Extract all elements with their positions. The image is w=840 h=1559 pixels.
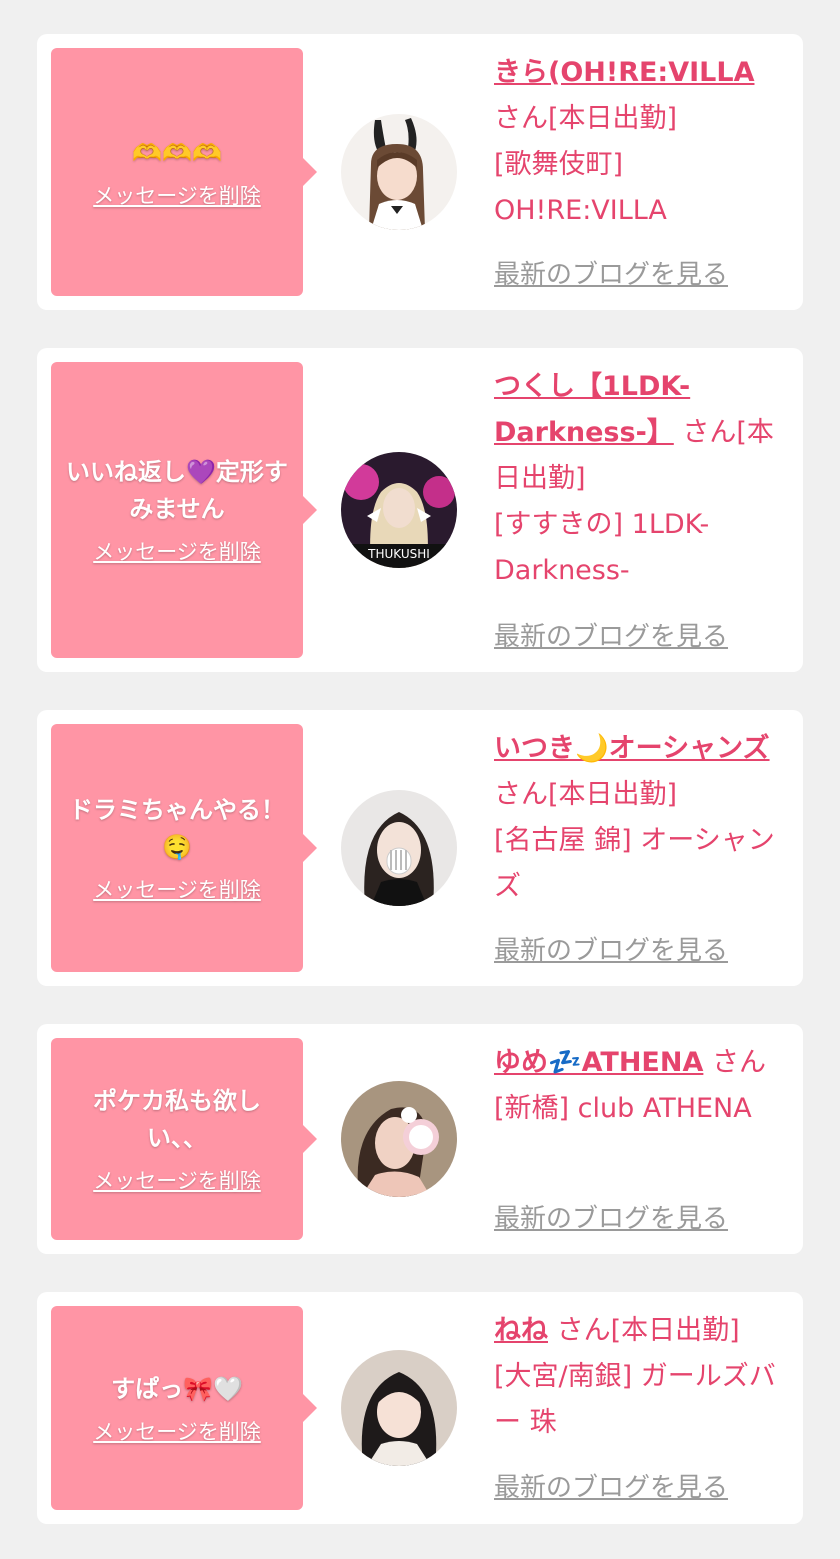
shop-info: [大宮/南銀] ガールズバー 珠 — [494, 1361, 776, 1438]
cast-name-link[interactable]: きら(OH!RE:VILLA — [494, 57, 754, 88]
cast-status: さん — [711, 1047, 766, 1078]
cast-name-link[interactable]: ねね — [494, 1315, 548, 1346]
message-text: すぱっ🎀🤍 — [111, 1374, 243, 1403]
latest-blog-link[interactable]: 最新のブログを見る — [494, 1473, 728, 1503]
message-bubble: すぱっ🎀🤍 メッセージを削除 — [51, 1306, 317, 1510]
message-bubble: いいね返し💜定形すみません メッセージを削除 — [51, 362, 317, 658]
avatar[interactable] — [341, 1350, 457, 1466]
latest-blog-link[interactable]: 最新のブログを見る — [494, 260, 728, 290]
cast-info: いつき🌙オーシャンズ さん[本日出勤] [名古屋 錦] オーシャンズ — [494, 726, 792, 910]
cast-name-link[interactable]: つくし【1LDK-Darkness-】 — [494, 371, 690, 448]
message-card: ドラミちゃんやる！🤤 メッセージを削除 いつき🌙オーシャンズ さん[本日出勤] … — [37, 710, 803, 986]
latest-blog-link[interactable]: 最新のブログを見る — [494, 622, 728, 652]
message-text: ドラミちゃんやる！🤤 — [69, 796, 285, 861]
message-text: 🫶🫶🫶 — [132, 138, 222, 167]
message-bubble: 🫶🫶🫶 メッセージを削除 — [51, 48, 317, 296]
delete-message-link[interactable]: メッセージを削除 — [93, 1418, 261, 1446]
cast-info: ゆめ💤ATHENA さん [新橋] club ATHENA — [494, 1040, 792, 1132]
delete-message-link[interactable]: メッセージを削除 — [93, 1167, 261, 1195]
shop-info: [名古屋 錦] オーシャンズ — [494, 825, 775, 902]
delete-message-link[interactable]: メッセージを削除 — [93, 876, 261, 904]
cast-info: きら(OH!RE:VILLA さん[本日出勤] [歌舞伎町] OH!RE:VIL… — [494, 50, 792, 234]
cast-info: ねね さん[本日出勤] [大宮/南銀] ガールズバー 珠 — [494, 1308, 792, 1446]
cast-status: さん[本日出勤] — [494, 779, 678, 810]
avatar[interactable] — [341, 114, 457, 230]
cast-name-link[interactable]: ゆめ💤ATHENA — [494, 1047, 703, 1078]
latest-blog-link[interactable]: 最新のブログを見る — [494, 936, 728, 966]
message-text: ポケカ私も欲しい、、 — [93, 1087, 261, 1152]
shop-info: [すすきの] 1LDK-Darkness- — [494, 509, 710, 586]
avatar[interactable] — [341, 1081, 457, 1197]
message-bubble: ドラミちゃんやる！🤤 メッセージを削除 — [51, 724, 317, 972]
shop-info: [歌舞伎町] OH!RE:VILLA — [494, 149, 667, 226]
avatar[interactable] — [341, 790, 457, 906]
svg-text:THUKUSHI: THUKUSHI — [367, 547, 430, 561]
cast-status: さん[本日出勤] — [556, 1315, 740, 1346]
avatar[interactable]: THUKUSHI — [341, 452, 457, 568]
cast-name-link[interactable]: いつき🌙オーシャンズ — [494, 733, 770, 764]
cast-status: さん[本日出勤] — [494, 103, 678, 134]
message-card: すぱっ🎀🤍 メッセージを削除 ねね さん[本日出勤] [大宮/南銀] ガールズバ… — [37, 1292, 803, 1524]
shop-info: [新橋] club ATHENA — [494, 1093, 752, 1124]
message-card: ポケカ私も欲しい、、 メッセージを削除 ゆめ💤ATHENA さん [新橋] cl… — [37, 1024, 803, 1254]
latest-blog-link[interactable]: 最新のブログを見る — [494, 1204, 728, 1234]
message-bubble: ポケカ私も欲しい、、 メッセージを削除 — [51, 1038, 317, 1240]
message-card: 🫶🫶🫶 メッセージを削除 きら(OH!RE:VILLA さん[本日出勤] [歌舞… — [37, 34, 803, 310]
delete-message-link[interactable]: メッセージを削除 — [93, 538, 261, 566]
delete-message-link[interactable]: メッセージを削除 — [93, 182, 261, 210]
message-text: いいね返し💜定形すみません — [66, 458, 288, 523]
message-card: いいね返し💜定形すみません メッセージを削除 THUKUSHI つくし【1LDK… — [37, 348, 803, 672]
cast-info: つくし【1LDK-Darkness-】 さん[本日出勤] [すすきの] 1LDK… — [494, 364, 792, 594]
